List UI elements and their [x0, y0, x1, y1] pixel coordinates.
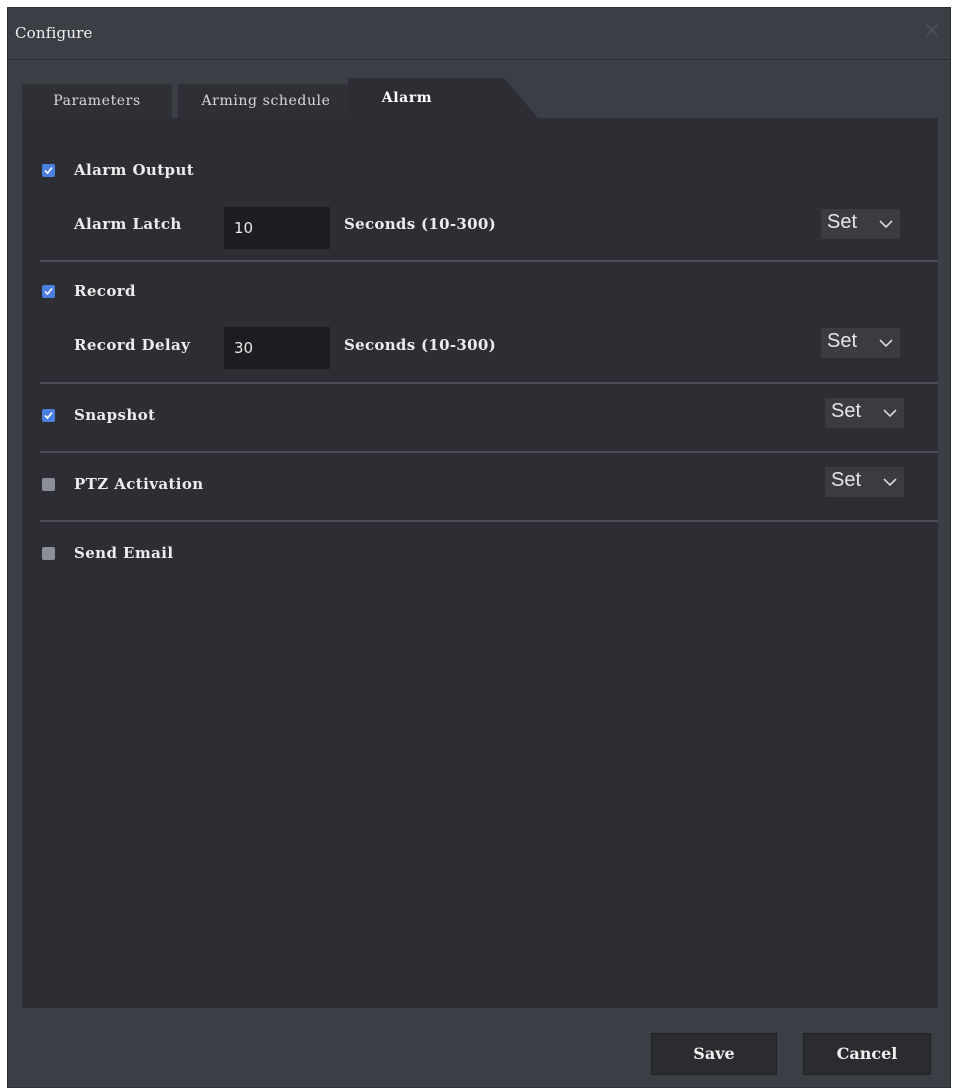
record-delay-label: Record Delay [74, 336, 191, 354]
snapshot-label: Snapshot [74, 406, 156, 424]
chevron-down-icon [879, 220, 893, 229]
alarm-panel: Alarm Output Alarm Latch 10 Seconds (10-… [22, 118, 938, 1008]
divider [40, 260, 938, 262]
alarm-output-label: Alarm Output [74, 161, 195, 179]
alarm-latch-set-button[interactable]: Set [821, 209, 900, 239]
record-label: Record [74, 282, 136, 300]
chevron-down-icon [883, 409, 897, 418]
alarm-latch-unit: Seconds (10-300) [344, 215, 496, 233]
dialog-title: Configure [15, 24, 93, 42]
record-delay-set-button[interactable]: Set [821, 328, 900, 358]
tab-parameters-label: Parameters [53, 93, 141, 109]
record-delay-set-label: Set [827, 330, 858, 352]
record-delay-unit: Seconds (10-300) [344, 336, 496, 354]
tab-arming-schedule[interactable]: Arming schedule [178, 84, 354, 118]
alarm-latch-label: Alarm Latch [74, 215, 182, 233]
configure-dialog: Configure Parameters Arming schedule Ala… [7, 7, 951, 1088]
tab-alarm[interactable]: Alarm [348, 78, 538, 118]
tab-alarm-label: Alarm [381, 90, 433, 106]
ptz-activation-set-button[interactable]: Set [825, 467, 904, 497]
ptz-activation-label: PTZ Activation [74, 475, 204, 493]
snapshot-set-button[interactable]: Set [825, 398, 904, 428]
ptz-activation-checkbox[interactable] [42, 478, 55, 491]
chevron-down-icon [883, 478, 897, 487]
divider [40, 451, 938, 453]
record-delay-input[interactable]: 30 [224, 327, 330, 369]
divider [40, 520, 938, 522]
snapshot-checkbox[interactable] [42, 409, 55, 422]
alarm-output-checkbox[interactable] [42, 164, 55, 177]
tab-parameters[interactable]: Parameters [22, 84, 172, 118]
cancel-button[interactable]: Cancel [803, 1033, 931, 1075]
tab-bar: Parameters Arming schedule Alarm [22, 76, 938, 118]
snapshot-set-label: Set [831, 400, 862, 422]
record-checkbox[interactable] [42, 285, 55, 298]
alarm-latch-input[interactable]: 10 [224, 207, 330, 249]
divider [40, 382, 938, 384]
title-bar: Configure [8, 8, 950, 60]
tab-arming-schedule-label: Arming schedule [201, 93, 331, 109]
ptz-activation-set-label: Set [831, 469, 862, 491]
close-icon[interactable] [922, 20, 942, 40]
save-button[interactable]: Save [651, 1033, 777, 1075]
send-email-checkbox[interactable] [42, 547, 55, 560]
chevron-down-icon [879, 339, 893, 348]
send-email-label: Send Email [74, 544, 174, 562]
alarm-latch-set-label: Set [827, 211, 858, 233]
